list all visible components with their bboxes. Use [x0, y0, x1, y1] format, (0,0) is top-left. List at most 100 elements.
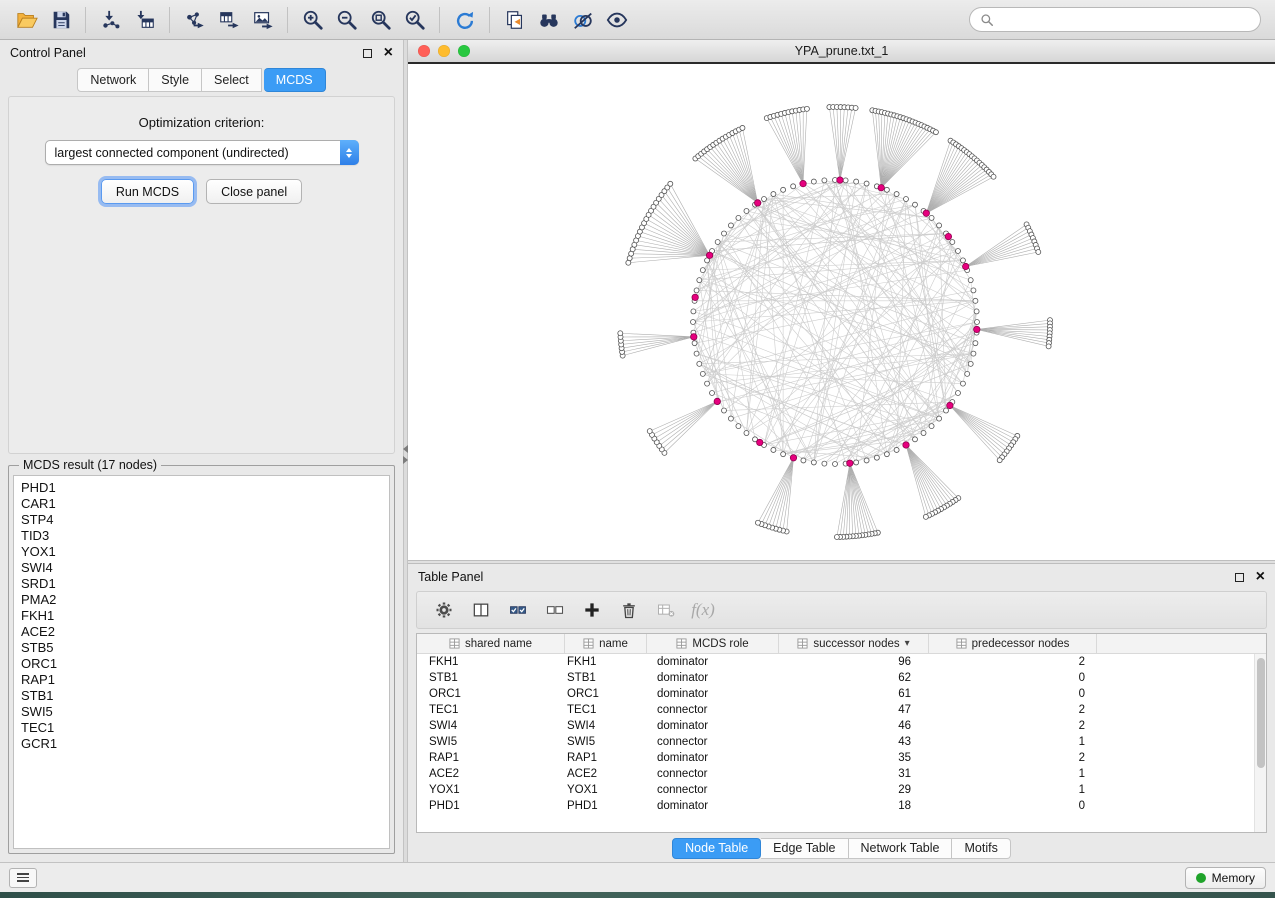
tab-network[interactable]: Network: [77, 68, 149, 92]
table-row[interactable]: FKH1FKH1dominator962: [417, 654, 1266, 670]
column-header-successor-nodes[interactable]: successor nodes ▾: [779, 634, 929, 653]
select-all-rows-button[interactable]: [501, 594, 535, 626]
save-session-button[interactable]: [44, 5, 77, 35]
mcds-result-item[interactable]: ACE2: [14, 624, 389, 640]
tab-style[interactable]: Style: [149, 68, 202, 92]
table-row[interactable]: TEC1TEC1connector472: [417, 702, 1266, 718]
network-graph[interactable]: [408, 64, 1275, 560]
table-scrollbar[interactable]: [1254, 654, 1266, 832]
close-panel-icon[interactable]: ×: [384, 45, 393, 61]
tab-edge-table[interactable]: Edge Table: [761, 838, 848, 859]
table-cell: dominator: [647, 752, 779, 764]
memory-button[interactable]: Memory: [1185, 867, 1266, 889]
table-cell: 96: [779, 656, 929, 668]
function-builder-button[interactable]: f(x): [686, 594, 720, 626]
run-mcds-button[interactable]: Run MCDS: [101, 179, 194, 204]
export-network-button[interactable]: [178, 5, 211, 35]
add-column-button[interactable]: [575, 594, 609, 626]
zoom-out-button[interactable]: [330, 5, 363, 35]
zoom-selected-button[interactable]: [398, 5, 431, 35]
mcds-result-item[interactable]: SWI4: [14, 560, 389, 576]
mcds-result-item[interactable]: FKH1: [14, 608, 389, 624]
criterion-select[interactable]: largest connected component (undirected): [45, 140, 359, 165]
window-close-icon[interactable]: [418, 45, 430, 57]
mcds-result-list[interactable]: PHD1CAR1STP4TID3YOX1SWI4SRD1PMA2FKH1ACE2…: [13, 475, 390, 849]
import-network-button[interactable]: [94, 5, 127, 35]
table-cell: 62: [779, 672, 929, 684]
table-row[interactable]: ORC1ORC1dominator610: [417, 686, 1266, 702]
mcds-result-item[interactable]: PHD1: [14, 480, 389, 496]
table-row[interactable]: YOX1YOX1connector291: [417, 782, 1266, 798]
table-cell: ORC1: [565, 688, 647, 700]
show-all-button[interactable]: [600, 5, 633, 35]
table-row[interactable]: STB1STB1dominator620: [417, 670, 1266, 686]
mcds-result-item[interactable]: STB5: [14, 640, 389, 656]
network-canvas[interactable]: [408, 62, 1275, 560]
mcds-result-item[interactable]: CAR1: [14, 496, 389, 512]
column-header-mcds-role[interactable]: MCDS role: [647, 634, 779, 653]
window-minimize-icon[interactable]: [438, 45, 450, 57]
mcds-result-item[interactable]: RAP1: [14, 672, 389, 688]
tab-motifs[interactable]: Motifs: [952, 838, 1010, 859]
table-cell: FKH1: [565, 656, 647, 668]
refresh-view-button[interactable]: [448, 5, 481, 35]
search-network-button[interactable]: [532, 5, 565, 35]
clone-network-button[interactable]: [498, 5, 531, 35]
save-icon: [50, 9, 72, 31]
zoom-fit-button[interactable]: [364, 5, 397, 35]
scrollbar-thumb[interactable]: [1257, 658, 1265, 768]
table-row[interactable]: RAP1RAP1dominator352: [417, 750, 1266, 766]
column-header-shared-name[interactable]: shared name: [417, 634, 565, 653]
import-table-button[interactable]: [128, 5, 161, 35]
sort-dropdown-icon[interactable]: ▾: [905, 638, 910, 649]
column-header-predecessor-nodes[interactable]: predecessor nodes: [929, 634, 1097, 653]
delete-table-button[interactable]: [649, 594, 683, 626]
table-row[interactable]: PHD1PHD1dominator180: [417, 798, 1266, 814]
delete-column-button[interactable]: [612, 594, 646, 626]
table-row[interactable]: ACE2ACE2connector311: [417, 766, 1266, 782]
search-icon: [980, 13, 994, 27]
tab-select[interactable]: Select: [202, 68, 262, 92]
memory-label: Memory: [1212, 871, 1255, 885]
mcds-result-item[interactable]: SRD1: [14, 576, 389, 592]
mcds-result-item[interactable]: TEC1: [14, 720, 389, 736]
open-session-button[interactable]: [10, 5, 43, 35]
close-panel-button[interactable]: Close panel: [206, 179, 302, 204]
search-input[interactable]: [1000, 13, 1250, 27]
close-table-panel-icon[interactable]: ×: [1256, 569, 1265, 585]
table-panel-title: Table Panel: [418, 570, 483, 584]
refresh-icon: [454, 9, 476, 31]
tab-node-table[interactable]: Node Table: [672, 838, 761, 859]
float-table-panel-icon[interactable]: [1235, 573, 1244, 582]
node-table-header: shared name name MCDS role successo: [417, 634, 1266, 654]
mcds-result-item[interactable]: GCR1: [14, 736, 389, 752]
export-image-button[interactable]: [246, 5, 279, 35]
table-row[interactable]: SWI4SWI4dominator462: [417, 718, 1266, 734]
table-settings-button[interactable]: [427, 594, 461, 626]
mcds-result-item[interactable]: TID3: [14, 528, 389, 544]
column-header-name[interactable]: name: [565, 634, 647, 653]
table-row[interactable]: SWI5SWI5connector431: [417, 734, 1266, 750]
toolbar-separator: [287, 7, 288, 33]
mcds-result-item[interactable]: YOX1: [14, 544, 389, 560]
float-panel-icon[interactable]: [363, 49, 372, 58]
mcds-result-item[interactable]: SWI5: [14, 704, 389, 720]
tab-network-table[interactable]: Network Table: [849, 838, 953, 859]
table-cell: RAP1: [565, 752, 647, 764]
window-maximize-icon[interactable]: [458, 45, 470, 57]
export-table-button[interactable]: [212, 5, 245, 35]
hide-selected-button[interactable]: [566, 5, 599, 35]
deselect-all-rows-button[interactable]: [538, 594, 572, 626]
zoom-in-button[interactable]: [296, 5, 329, 35]
status-menu-button[interactable]: [9, 868, 37, 888]
mcds-result-item[interactable]: STP4: [14, 512, 389, 528]
main-toolbar: [0, 0, 1275, 40]
toolbar-separator: [85, 7, 86, 33]
table-cell: ACE2: [417, 768, 565, 780]
mcds-result-item[interactable]: PMA2: [14, 592, 389, 608]
mcds-result-item[interactable]: STB1: [14, 688, 389, 704]
table-cell: 35: [779, 752, 929, 764]
mcds-result-item[interactable]: ORC1: [14, 656, 389, 672]
show-hide-columns-button[interactable]: [464, 594, 498, 626]
tab-mcds[interactable]: MCDS: [264, 68, 326, 92]
